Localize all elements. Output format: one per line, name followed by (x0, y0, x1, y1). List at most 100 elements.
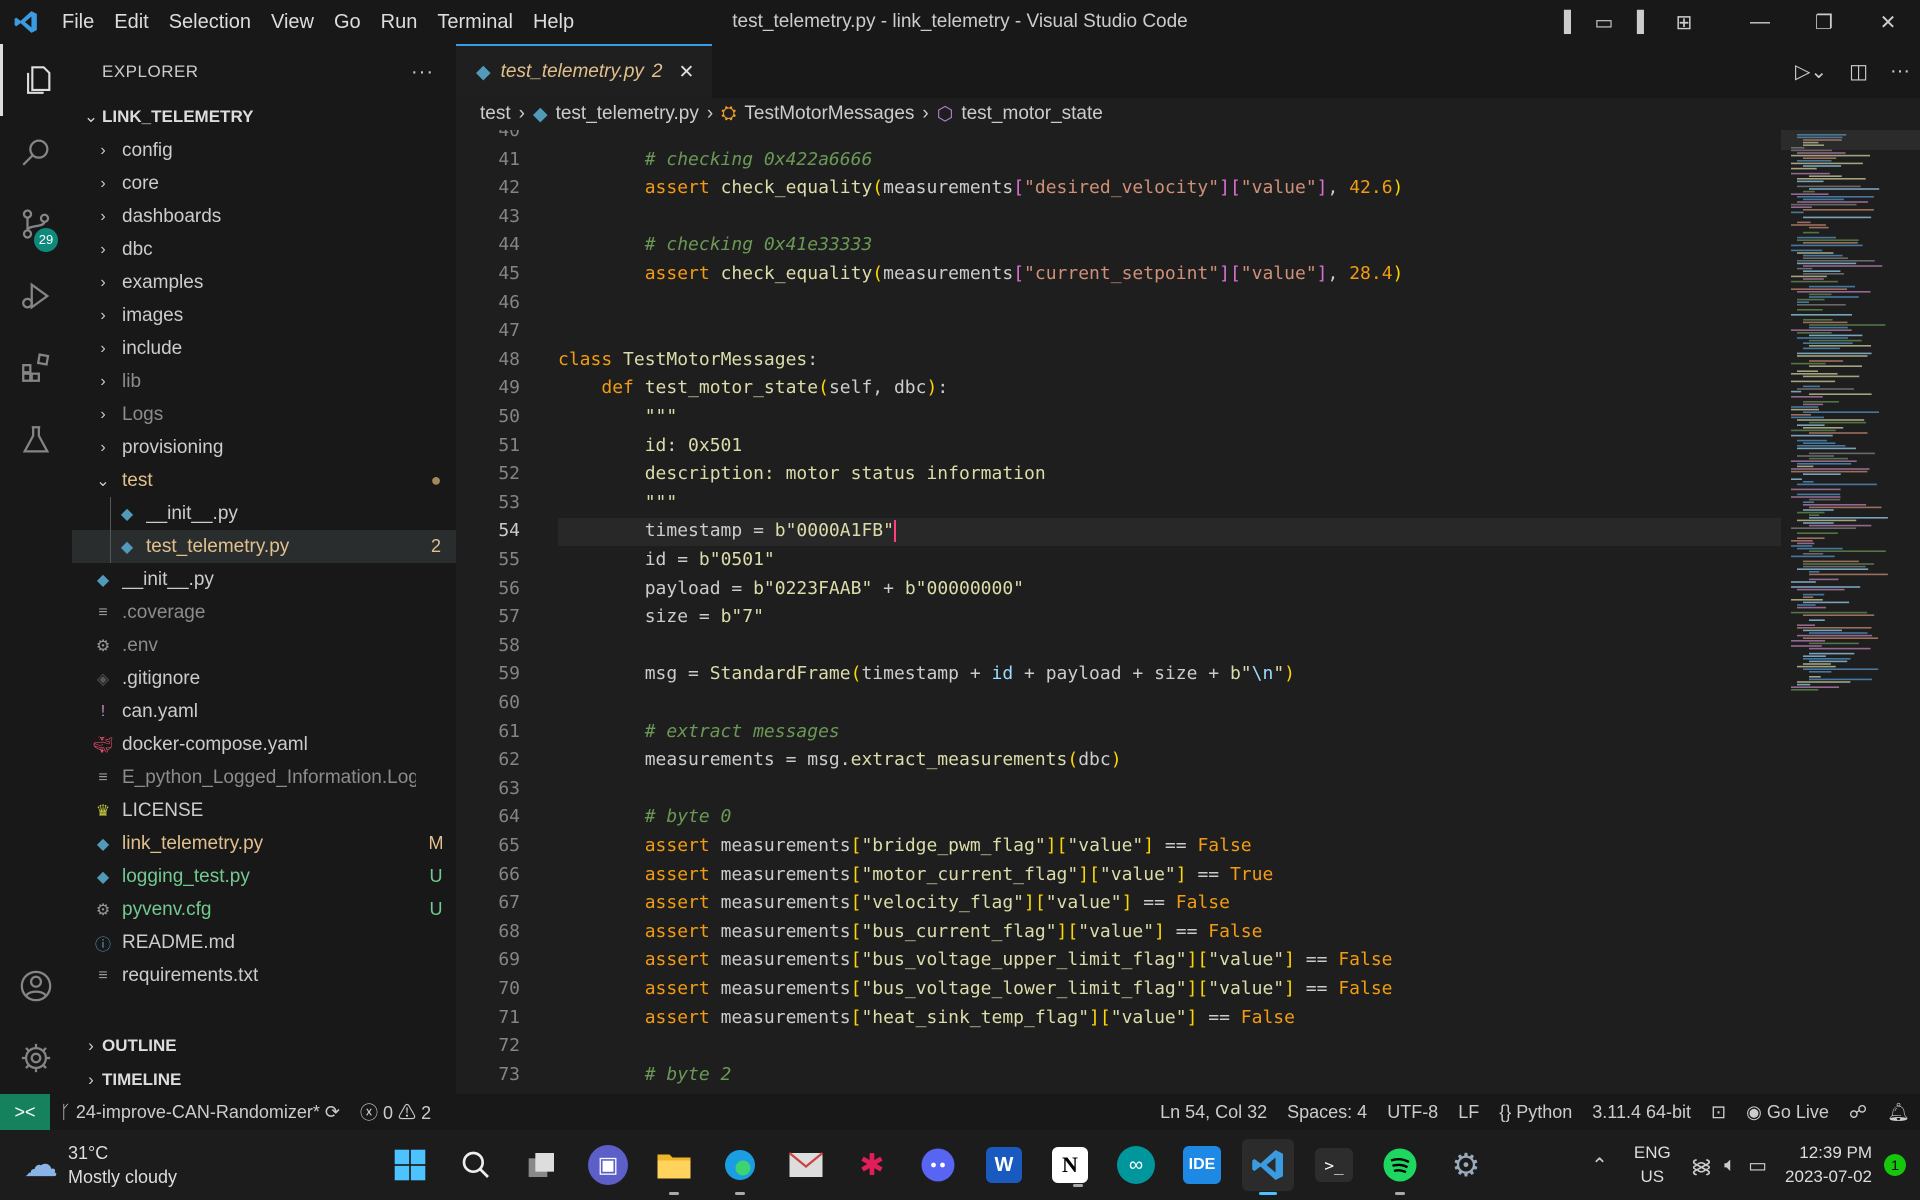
breadcrumb-item[interactable]: test (480, 103, 511, 125)
file-tree-item[interactable]: › dashboards (72, 200, 456, 233)
file-tree-item[interactable]: ≡ E_python_Logged_Information.Log (72, 761, 456, 794)
cursor-position[interactable]: Ln 54, Col 32 (1150, 1102, 1277, 1123)
file-tree-item[interactable]: › examples (72, 266, 456, 299)
toggle-secondary-sidebar-icon[interactable]: ▌ (1624, 0, 1664, 44)
file-tree-item[interactable]: ≡ .coverage (72, 596, 456, 629)
customize-layout-icon[interactable]: ⊞ (1664, 0, 1704, 44)
more-actions-icon[interactable]: ··· (411, 61, 434, 84)
manage-gear-icon[interactable] (0, 1022, 72, 1094)
file-tree-item[interactable]: › lib (72, 365, 456, 398)
timeline-section-header[interactable]: › TIMELINE (72, 1063, 456, 1097)
indentation[interactable]: Spaces: 4 (1277, 1102, 1377, 1123)
file-tree-item[interactable]: ♛ LICENSE (72, 794, 456, 827)
word-icon[interactable]: W (986, 1147, 1022, 1183)
code-editor[interactable]: 40 41 # checking 0x422a6666 42 assert chec… (456, 130, 1781, 1094)
breadcrumb-item[interactable]: TestMotorMessages (744, 103, 914, 125)
clock[interactable]: 12:39 PM 2023-07-02 (1785, 1141, 1872, 1189)
menu-file[interactable]: File (52, 11, 104, 34)
minimize-button[interactable]: — (1728, 0, 1792, 44)
menu-edit[interactable]: Edit (104, 11, 158, 34)
file-tree-item[interactable]: ◆ __init__.py (72, 563, 456, 596)
battery-icon[interactable]: ▭ (1748, 1153, 1767, 1178)
file-tree-item[interactable]: › provisioning (72, 431, 456, 464)
python-interpreter[interactable]: 3.11.4 64-bit (1582, 1102, 1701, 1123)
toggle-panel-icon[interactable]: ▭ (1584, 0, 1624, 44)
restore-button[interactable]: ❐ (1792, 0, 1856, 44)
file-tree-item[interactable]: 🐳︎ docker-compose.yaml (72, 728, 456, 761)
file-tree-item[interactable]: › config (72, 134, 456, 167)
language-mode[interactable]: {} Python (1489, 1102, 1582, 1123)
file-tree-item[interactable]: ⌄ test ● (72, 464, 456, 497)
vscode-taskbar-icon[interactable] (1242, 1139, 1294, 1195)
file-tree-item[interactable]: ◆ test_telemetry.py 2 (72, 530, 456, 563)
spotify-icon[interactable] (1374, 1139, 1426, 1195)
minimap-slider[interactable] (1781, 130, 1920, 150)
file-tree-item[interactable]: ! can.yaml (72, 695, 456, 728)
menu-go[interactable]: Go (324, 11, 371, 34)
show-hidden-icons-chevron-up-icon[interactable]: ⌃ (1591, 1153, 1608, 1178)
slack-icon[interactable]: ✱ (846, 1139, 898, 1191)
encoding[interactable]: UTF-8 (1377, 1102, 1448, 1123)
breadcrumb-item[interactable]: test_motor_state (961, 103, 1103, 125)
remote-indicator-icon[interactable]: >< (0, 1094, 50, 1130)
outline-section-header[interactable]: › OUTLINE (72, 1029, 456, 1063)
file-tree-item[interactable]: ◆ logging_test.py U (72, 860, 456, 893)
file-tree-item[interactable]: ⚙ pyvenv.cfg U (72, 893, 456, 926)
notifications-bell-icon[interactable]: 🔔︎ (1877, 1102, 1920, 1123)
weather-widget[interactable]: ☁ 31°C Mostly cloudy (24, 1130, 177, 1200)
testing-activity-icon[interactable] (0, 404, 72, 476)
file-tree-item[interactable]: ◈ .gitignore (72, 662, 456, 695)
discord-icon[interactable] (912, 1139, 964, 1191)
project-section-header[interactable]: ⌄ LINK_TELEMETRY (72, 100, 456, 134)
volume-icon[interactable]: 🔈︎ (1724, 1154, 1736, 1177)
wifi-icon[interactable]: ᯼ (1691, 1152, 1712, 1179)
file-tree-item[interactable]: › dbc (72, 233, 456, 266)
branch-status[interactable]: ᚴ 24-improve-CAN-Randomizer* ⟳ (50, 1102, 350, 1123)
file-tree-item[interactable]: › images (72, 299, 456, 332)
terminal-icon[interactable]: ⊡ (1701, 1102, 1736, 1123)
file-tree-item[interactable]: ◆ link_telemetry.py M (72, 827, 456, 860)
accounts-icon[interactable] (0, 950, 72, 1022)
start-windows-icon[interactable] (384, 1139, 436, 1191)
explorer-activity-icon[interactable] (0, 44, 72, 116)
menu-view[interactable]: View (261, 11, 324, 34)
settings-icon[interactable]: ⚙ (1440, 1139, 1492, 1191)
intellij-ide-icon[interactable]: IDE (1183, 1146, 1221, 1184)
menu-selection[interactable]: Selection (159, 11, 261, 34)
feedback-icon[interactable]: ☍ (1839, 1102, 1877, 1123)
search-activity-icon[interactable] (0, 116, 72, 188)
minimap[interactable] (1781, 130, 1920, 1094)
mail-icon[interactable] (780, 1139, 832, 1191)
file-explorer-icon[interactable] (648, 1139, 700, 1195)
file-tree-item[interactable]: ◆ __init__.py (72, 497, 456, 530)
menu-help[interactable]: Help (523, 11, 584, 34)
split-editor-icon[interactable]: ◫ (1849, 59, 1868, 84)
file-tree-item[interactable]: ≡ requirements.txt (72, 959, 456, 992)
extensions-activity-icon[interactable] (0, 332, 72, 404)
menu-run[interactable]: Run (371, 11, 428, 34)
file-tree-item[interactable]: › include (72, 332, 456, 365)
tab-test-telemetry[interactable]: ◆ test_telemetry.py 2 ✕ (456, 44, 713, 98)
close-tab-icon[interactable]: ✕ (678, 61, 694, 84)
run-debug-activity-icon[interactable] (0, 260, 72, 332)
file-tree-item[interactable]: › core (72, 167, 456, 200)
go-live-button[interactable]: ◉ Go Live (1736, 1102, 1839, 1123)
notification-count-badge[interactable]: 1 (1884, 1154, 1906, 1176)
arduino-icon[interactable]: ∞ (1117, 1146, 1155, 1184)
notion-icon[interactable]: N (1052, 1147, 1088, 1187)
run-python-file-icon[interactable]: ▷⌄ (1795, 59, 1827, 84)
file-tree-item[interactable]: › Logs (72, 398, 456, 431)
edge-browser-icon[interactable] (714, 1139, 766, 1195)
breadcrumb-item[interactable]: test_telemetry.py (556, 103, 699, 125)
end-of-line[interactable]: LF (1448, 1102, 1489, 1123)
close-window-button[interactable]: ✕ (1856, 0, 1920, 44)
teams-chat-icon[interactable]: ▣ (588, 1145, 628, 1185)
task-view-icon[interactable] (516, 1139, 568, 1191)
problems-status[interactable]: ⓧ 0 ⚠ 2 (350, 1099, 441, 1125)
more-actions-icon[interactable]: ··· (1890, 60, 1910, 83)
file-tree-item[interactable]: ⚙ .env (72, 629, 456, 662)
language-indicator[interactable]: ENG US (1634, 1141, 1671, 1189)
source-control-activity-icon[interactable]: 29 (0, 188, 72, 260)
search-icon[interactable] (450, 1139, 502, 1191)
terminal-icon[interactable]: >_ (1315, 1148, 1353, 1182)
